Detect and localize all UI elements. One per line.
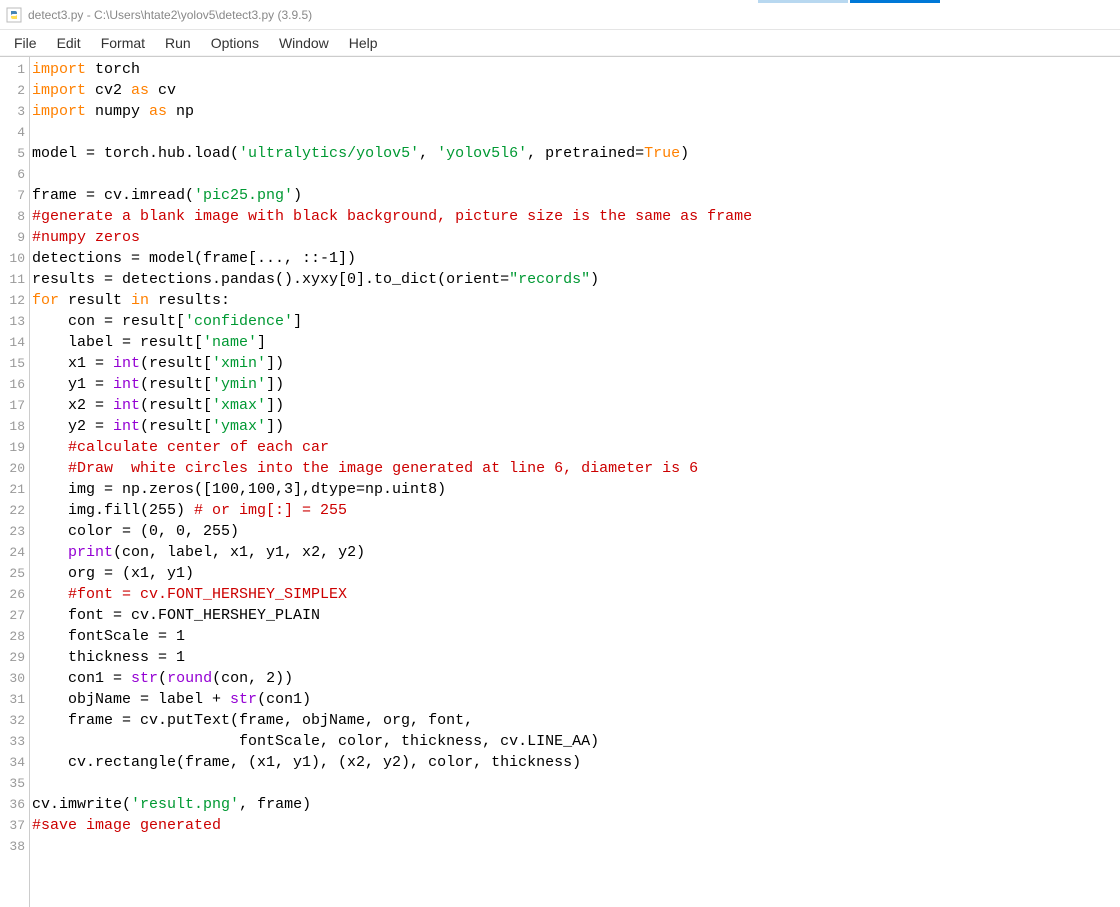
- menubar: File Edit Format Run Options Window Help: [0, 30, 1120, 56]
- line-number: 11: [0, 269, 25, 290]
- code-line[interactable]: cv.imwrite('result.png', frame): [32, 794, 1120, 815]
- line-number: 31: [0, 689, 25, 710]
- code-line[interactable]: #calculate center of each car: [32, 437, 1120, 458]
- code-line[interactable]: x2 = int(result['xmax']): [32, 395, 1120, 416]
- code-line[interactable]: x1 = int(result['xmin']): [32, 353, 1120, 374]
- line-number: 5: [0, 143, 25, 164]
- line-number: 28: [0, 626, 25, 647]
- code-line[interactable]: cv.rectangle(frame, (x1, y1), (x2, y2), …: [32, 752, 1120, 773]
- line-number: 26: [0, 584, 25, 605]
- line-number: 32: [0, 710, 25, 731]
- line-number: 33: [0, 731, 25, 752]
- code-line[interactable]: #save image generated: [32, 815, 1120, 836]
- line-number: 14: [0, 332, 25, 353]
- titlebar-accent-light: [758, 0, 848, 3]
- code-line[interactable]: y2 = int(result['ymax']): [32, 416, 1120, 437]
- code-line[interactable]: model = torch.hub.load('ultralytics/yolo…: [32, 143, 1120, 164]
- code-line[interactable]: [32, 164, 1120, 185]
- menu-file[interactable]: File: [4, 33, 47, 53]
- line-number: 3: [0, 101, 25, 122]
- menu-edit[interactable]: Edit: [47, 33, 91, 53]
- line-number: 20: [0, 458, 25, 479]
- code-line[interactable]: frame = cv.putText(frame, objName, org, …: [32, 710, 1120, 731]
- code-line[interactable]: print(con, label, x1, y1, x2, y2): [32, 542, 1120, 563]
- code-line[interactable]: [32, 773, 1120, 794]
- menu-options[interactable]: Options: [201, 33, 269, 53]
- menu-run[interactable]: Run: [155, 33, 201, 53]
- code-line[interactable]: img = np.zeros([100,100,3],dtype=np.uint…: [32, 479, 1120, 500]
- line-number: 2: [0, 80, 25, 101]
- line-number: 18: [0, 416, 25, 437]
- code-line[interactable]: font = cv.FONT_HERSHEY_PLAIN: [32, 605, 1120, 626]
- line-number: 19: [0, 437, 25, 458]
- line-number: 9: [0, 227, 25, 248]
- line-number: 15: [0, 353, 25, 374]
- code-line[interactable]: #font = cv.FONT_HERSHEY_SIMPLEX: [32, 584, 1120, 605]
- line-number: 12: [0, 290, 25, 311]
- titlebar: detect3.py - C:\Users\htate2\yolov5\dete…: [0, 0, 1120, 30]
- line-number: 23: [0, 521, 25, 542]
- line-number: 4: [0, 122, 25, 143]
- code-line[interactable]: color = (0, 0, 255): [32, 521, 1120, 542]
- line-number: 22: [0, 500, 25, 521]
- code-line[interactable]: import numpy as np: [32, 101, 1120, 122]
- line-number: 24: [0, 542, 25, 563]
- line-number: 38: [0, 836, 25, 857]
- line-number: 7: [0, 185, 25, 206]
- line-number: 29: [0, 647, 25, 668]
- line-number: 13: [0, 311, 25, 332]
- line-number: 6: [0, 164, 25, 185]
- code-line[interactable]: frame = cv.imread('pic25.png'): [32, 185, 1120, 206]
- code-line[interactable]: y1 = int(result['ymin']): [32, 374, 1120, 395]
- code-area[interactable]: import torchimport cv2 as cvimport numpy…: [30, 57, 1120, 907]
- line-number: 25: [0, 563, 25, 584]
- line-number: 1: [0, 59, 25, 80]
- titlebar-accent: [850, 0, 940, 3]
- code-line[interactable]: con1 = str(round(con, 2)): [32, 668, 1120, 689]
- line-number: 27: [0, 605, 25, 626]
- code-line[interactable]: [32, 836, 1120, 857]
- window-title: detect3.py - C:\Users\htate2\yolov5\dete…: [28, 8, 312, 22]
- line-number: 36: [0, 794, 25, 815]
- line-number: 35: [0, 773, 25, 794]
- line-number: 17: [0, 395, 25, 416]
- code-line[interactable]: img.fill(255) # or img[:] = 255: [32, 500, 1120, 521]
- code-line[interactable]: #generate a blank image with black backg…: [32, 206, 1120, 227]
- line-number-gutter: 1234567891011121314151617181920212223242…: [0, 57, 30, 907]
- code-line[interactable]: import torch: [32, 59, 1120, 80]
- code-line[interactable]: objName = label + str(con1): [32, 689, 1120, 710]
- menu-help[interactable]: Help: [339, 33, 388, 53]
- code-line[interactable]: #numpy zeros: [32, 227, 1120, 248]
- code-line[interactable]: results = detections.pandas().xyxy[0].to…: [32, 269, 1120, 290]
- code-line[interactable]: detections = model(frame[..., ::-1]): [32, 248, 1120, 269]
- line-number: 37: [0, 815, 25, 836]
- code-line[interactable]: thickness = 1: [32, 647, 1120, 668]
- code-line[interactable]: #Draw white circles into the image gener…: [32, 458, 1120, 479]
- python-file-icon: [6, 7, 22, 23]
- code-line[interactable]: fontScale, color, thickness, cv.LINE_AA): [32, 731, 1120, 752]
- menu-window[interactable]: Window: [269, 33, 339, 53]
- code-line[interactable]: org = (x1, y1): [32, 563, 1120, 584]
- line-number: 30: [0, 668, 25, 689]
- menu-format[interactable]: Format: [91, 33, 155, 53]
- line-number: 21: [0, 479, 25, 500]
- line-number: 34: [0, 752, 25, 773]
- code-line[interactable]: [32, 122, 1120, 143]
- code-line[interactable]: for result in results:: [32, 290, 1120, 311]
- editor: 1234567891011121314151617181920212223242…: [0, 56, 1120, 907]
- line-number: 8: [0, 206, 25, 227]
- code-line[interactable]: label = result['name']: [32, 332, 1120, 353]
- code-line[interactable]: con = result['confidence']: [32, 311, 1120, 332]
- line-number: 10: [0, 248, 25, 269]
- code-line[interactable]: import cv2 as cv: [32, 80, 1120, 101]
- line-number: 16: [0, 374, 25, 395]
- code-line[interactable]: fontScale = 1: [32, 626, 1120, 647]
